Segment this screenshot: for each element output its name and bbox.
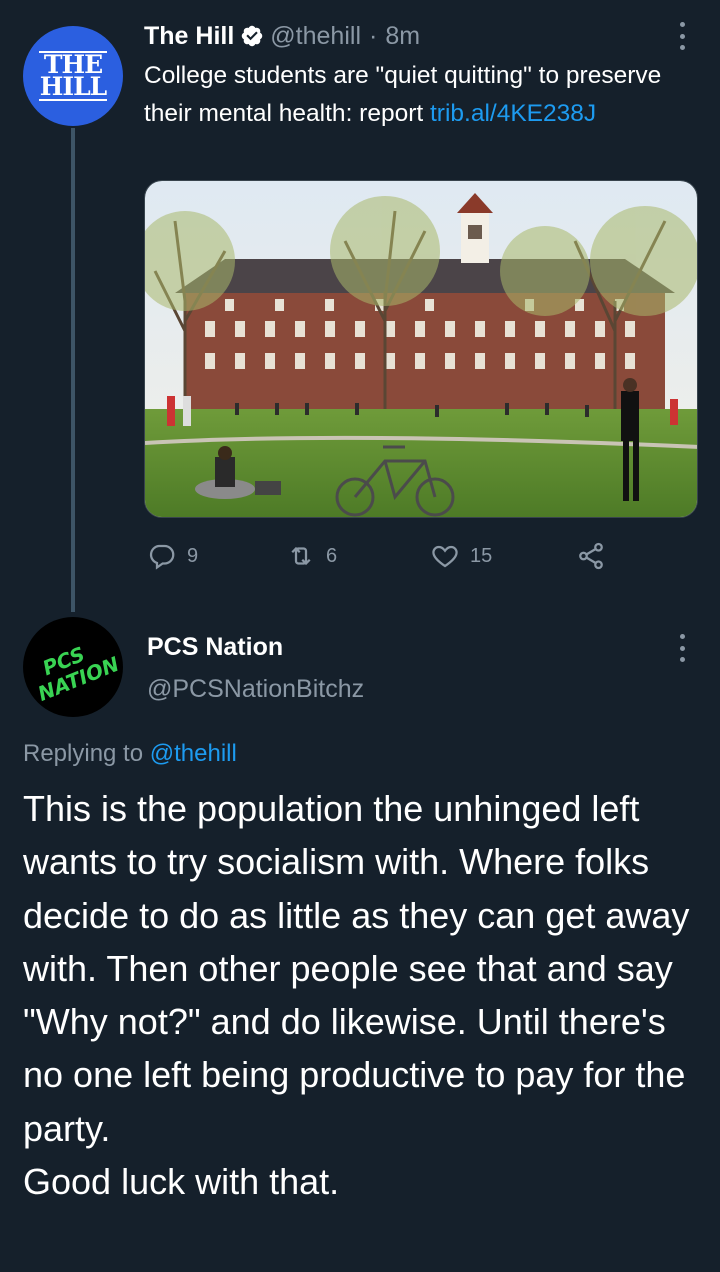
- heart-icon: [432, 545, 458, 568]
- verified-badge-icon: [240, 24, 264, 48]
- replying-prefix: Replying to: [23, 740, 150, 767]
- thread-connector-line: [71, 128, 75, 612]
- tweet-link[interactable]: trib.al/4KE238J: [430, 100, 596, 127]
- reply-count: 9: [187, 544, 199, 567]
- like-count: 15: [470, 544, 493, 567]
- share-button[interactable]: [576, 538, 606, 574]
- like-button[interactable]: 15: [430, 538, 492, 574]
- author-handle[interactable]: @thehill: [270, 20, 361, 52]
- retweet-icon: [291, 546, 311, 566]
- logo-text-bottom: HILL: [39, 72, 107, 101]
- pcsnation-logo: PCS NATION: [34, 642, 122, 706]
- reply-tweet-text: This is the population the unhinged left…: [23, 788, 690, 1203]
- retweet-count: 6: [326, 544, 338, 567]
- tweet-header: The Hill @thehill · 8m: [144, 20, 420, 52]
- tweet-text: College students are "quiet quitting" to…: [144, 57, 704, 133]
- replying-to: Replying to @thehill: [23, 737, 237, 771]
- tweet-timestamp[interactable]: 8m: [385, 20, 420, 52]
- replying-to-link[interactable]: @thehill: [150, 740, 237, 767]
- reply-icon: [149, 544, 175, 570]
- reply-button[interactable]: 9: [147, 538, 198, 574]
- tweet-media-image[interactable]: [144, 180, 698, 518]
- separator-dot: ·: [369, 22, 378, 50]
- retweet-button[interactable]: 6: [286, 538, 337, 574]
- share-icon: [579, 542, 603, 570]
- author-name[interactable]: The Hill: [144, 20, 234, 52]
- more-options-icon[interactable]: [678, 634, 686, 662]
- thehill-avatar[interactable]: THE HILL: [23, 26, 123, 126]
- author-handle[interactable]: @PCSNationBitchz: [147, 672, 364, 706]
- author-name[interactable]: PCS Nation: [147, 630, 283, 664]
- pcsnation-avatar[interactable]: PCS NATION: [23, 617, 123, 717]
- more-options-icon[interactable]: [678, 22, 686, 50]
- thehill-logo: THE HILL: [37, 50, 109, 102]
- campus-photo: [145, 181, 697, 517]
